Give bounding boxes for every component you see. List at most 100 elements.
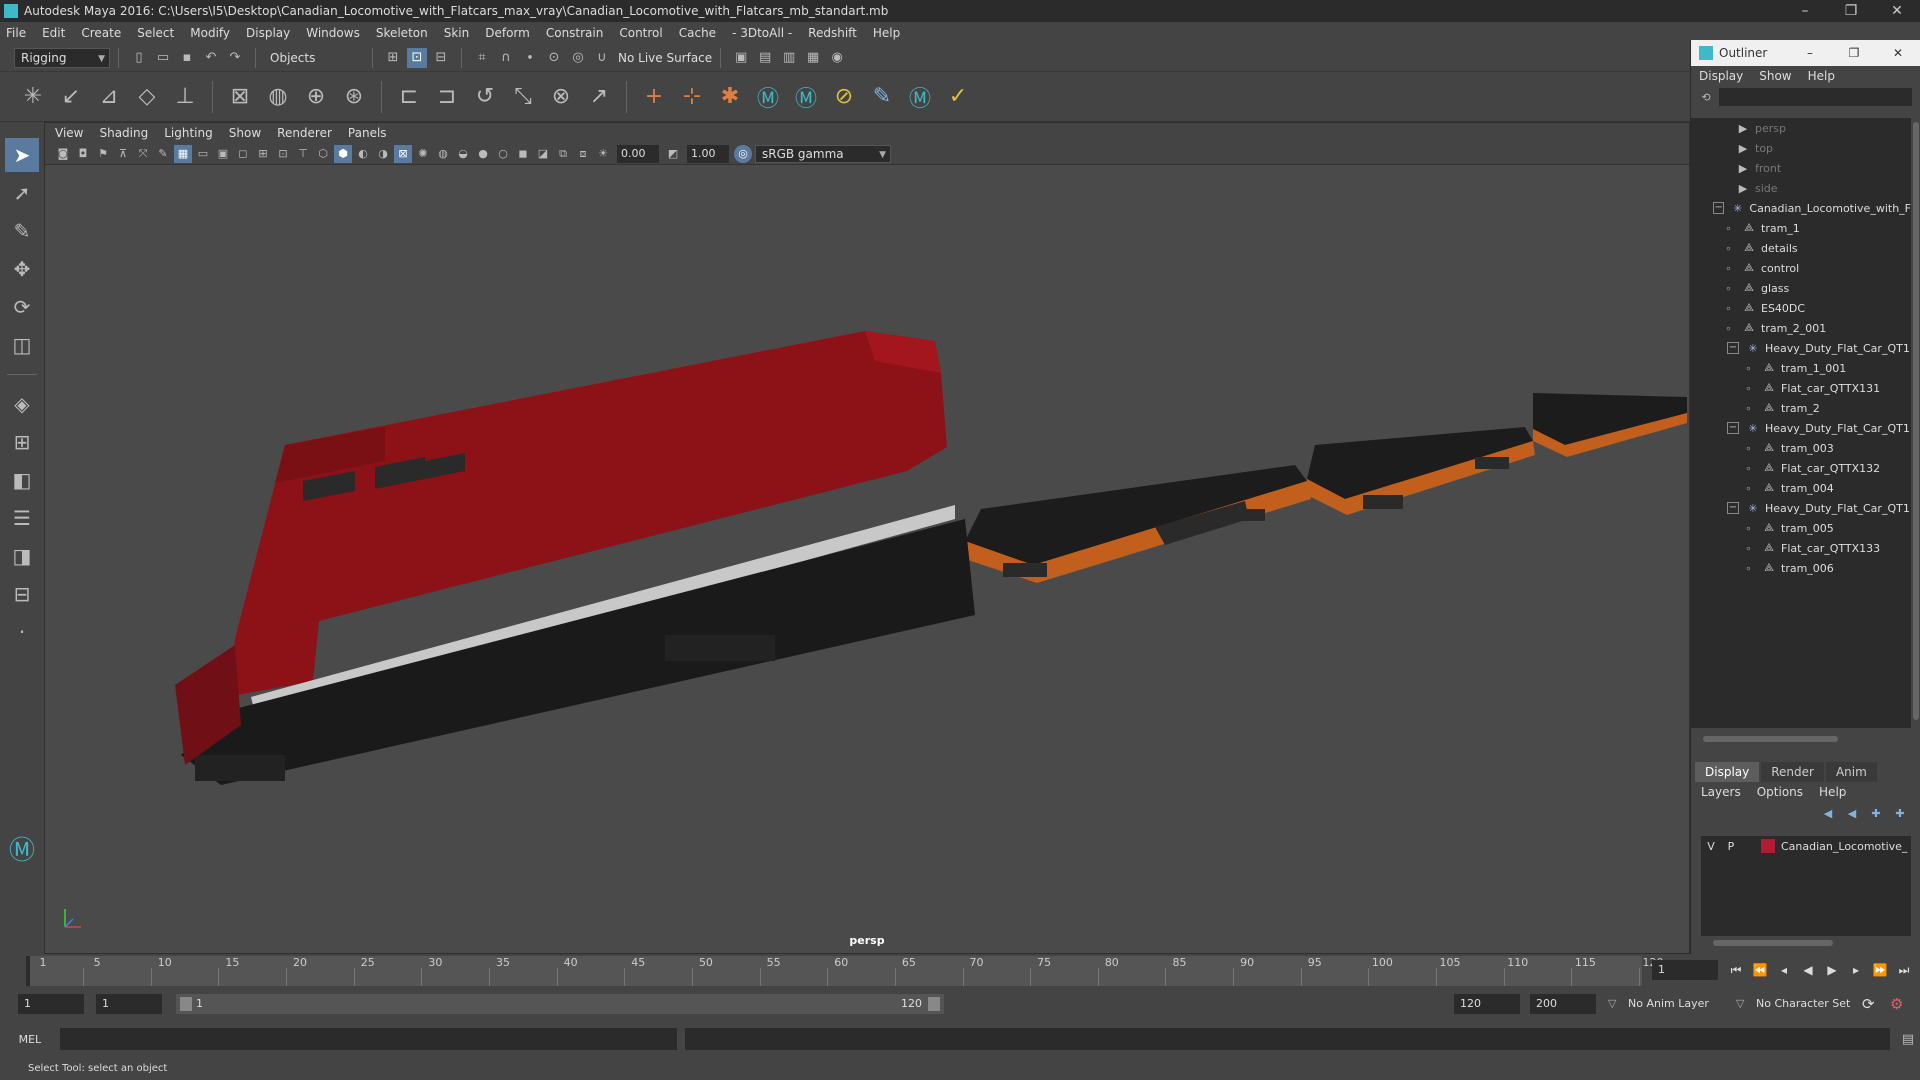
tab-render[interactable]: Render — [1761, 762, 1824, 782]
character-icon[interactable]: ✱ — [714, 81, 746, 113]
wireframe-on-shaded-icon[interactable]: ◑ — [374, 145, 392, 163]
menu-edit[interactable]: Edit — [42, 26, 65, 40]
outliner-item[interactable]: ∘ ⟁ tram_005 — [1691, 518, 1911, 538]
quick-rig-icon[interactable]: Ⓜ — [904, 81, 936, 113]
step-forward-frame-icon[interactable]: ▸ — [1846, 960, 1866, 980]
resolution-gate-icon[interactable]: ▣ — [214, 145, 232, 163]
script-editor-icon[interactable]: ▤ — [1898, 1029, 1918, 1049]
menu-cache[interactable]: Cache — [679, 26, 716, 40]
orient-joint-icon[interactable]: ⊥ — [169, 81, 201, 113]
default-material-icon[interactable]: ◐ — [354, 145, 372, 163]
play-backwards-icon[interactable]: ◀ — [1798, 960, 1818, 980]
xray-active-icon[interactable]: ⧈ — [574, 145, 592, 163]
cluster-icon[interactable]: ⊛ — [338, 81, 370, 113]
paint-select-icon[interactable]: ✎ — [5, 214, 39, 248]
exposure-icon[interactable]: ☀ — [594, 145, 612, 163]
antialias-icon[interactable]: ◼ — [514, 145, 532, 163]
safe-title-icon[interactable]: ⊤ — [294, 145, 312, 163]
vmenu-renderer[interactable]: Renderer — [277, 126, 332, 140]
outliner-item[interactable]: − ✳ Heavy_Duty_Flat_Car_QT1 — [1691, 338, 1911, 358]
menu-redshift[interactable]: Redshift — [808, 26, 857, 40]
outliner-item[interactable]: ∘ ⟁ control — [1691, 258, 1911, 278]
chevron-down-icon[interactable]: ▽ — [1608, 994, 1616, 1014]
tab-anim[interactable]: Anim — [1825, 762, 1877, 782]
outliner-item[interactable]: − ✳ Heavy_Duty_Flat_Car_QT1 — [1691, 418, 1911, 438]
time-slider-track[interactable]: 1 5 10 15 20 25 30 35 40 45 50 55 60 65 70 75 80 85 90 95 10… — [26, 956, 1664, 986]
rotate-tool-icon[interactable]: ⟳ — [5, 290, 39, 324]
persp-hypershade-icon[interactable]: ◨ — [5, 539, 39, 573]
shadows-icon[interactable]: ◒ — [454, 145, 472, 163]
outliner-close-button[interactable]: ✕ — [1876, 40, 1920, 66]
outliner-item[interactable]: ∘ ⟁ tram_006 — [1691, 558, 1911, 578]
go-to-end-icon[interactable]: ⏭ — [1894, 960, 1914, 980]
point-constraint-icon[interactable]: ⊐ — [431, 81, 463, 113]
maximize-button[interactable]: ❐ — [1828, 0, 1874, 22]
layer-row[interactable]: V P Canadian_Locomotive_ — [1701, 836, 1911, 856]
textured-icon[interactable]: ✺ — [414, 145, 432, 163]
move-layer-down-icon[interactable]: ◀ — [1842, 804, 1862, 822]
outliner-menu-display[interactable]: Display — [1699, 69, 1743, 83]
play-forwards-icon[interactable]: ▶ — [1822, 960, 1842, 980]
viewport-panel[interactable]: View Shading Lighting Show Renderer Pane… — [44, 122, 1690, 954]
lasso-tool-icon[interactable]: ➚ — [5, 176, 39, 210]
gate-mask-icon[interactable]: ◻ — [234, 145, 252, 163]
layer-menu-layers[interactable]: Layers — [1701, 785, 1741, 799]
filter-icon[interactable]: ⟲ — [1699, 90, 1713, 104]
pole-vector-icon[interactable]: ↗ — [583, 81, 615, 113]
expand-toggle-icon[interactable]: − — [1727, 342, 1739, 354]
outliner-maximize-button[interactable]: ❐ — [1832, 40, 1876, 66]
select-tool-icon[interactable]: ➤ — [5, 138, 39, 172]
outliner-item[interactable]: ▶ front — [1691, 158, 1911, 178]
menu-windows[interactable]: Windows — [306, 26, 360, 40]
step-forward-key-icon[interactable]: ⏩ — [1870, 960, 1890, 980]
smooth-bind-icon[interactable]: ◍ — [262, 81, 294, 113]
outliner-item[interactable]: ∘ ⟁ glass — [1691, 278, 1911, 298]
command-input[interactable] — [59, 1028, 678, 1050]
create-control-icon[interactable]: ⊹ — [676, 81, 708, 113]
menu-modify[interactable]: Modify — [190, 26, 230, 40]
motion-blur-icon[interactable]: ○ — [494, 145, 512, 163]
persp-outliner-icon[interactable]: ◧ — [5, 463, 39, 497]
minimize-button[interactable]: – — [1782, 0, 1828, 22]
redo-icon[interactable]: ↷ — [225, 48, 245, 68]
persp-graph-icon[interactable]: ☰ — [5, 501, 39, 535]
lattice-icon[interactable]: ⊕ — [300, 81, 332, 113]
outliner-menu-show[interactable]: Show — [1759, 69, 1791, 83]
scale-tool-icon[interactable]: ◫ — [5, 328, 39, 362]
move-layer-up-icon[interactable]: ◀ — [1818, 804, 1838, 822]
playback-start-field[interactable]: 1 — [96, 994, 162, 1014]
live-surface-label[interactable]: No Live Surface — [618, 51, 712, 65]
outliner-item[interactable]: ∘ ⟁ tram_004 — [1691, 478, 1911, 498]
select-component-icon[interactable]: ⊟ — [431, 48, 451, 68]
image-plane-icon[interactable]: ⊼ — [114, 145, 132, 163]
xray-icon[interactable]: ⊠ — [394, 144, 412, 163]
vmenu-shading[interactable]: Shading — [99, 126, 148, 140]
scale-constraint-icon[interactable]: ⤡ — [507, 81, 539, 113]
playback-end-field[interactable]: 120 — [1454, 994, 1520, 1014]
outliner-item[interactable]: ∘ ⟁ tram_2 — [1691, 398, 1911, 418]
menu-deform[interactable]: Deform — [485, 26, 530, 40]
current-frame-field[interactable]: 1 — [1652, 960, 1718, 980]
bookmark-icon[interactable]: ⚑ — [94, 145, 112, 163]
field-chart-icon[interactable]: ⊞ — [254, 145, 272, 163]
magnet-icon[interactable]: ∪ — [592, 48, 612, 68]
outliner-item[interactable]: ∘ ⟁ tram_003 — [1691, 438, 1911, 458]
outliner-item[interactable]: ▶ side — [1691, 178, 1911, 198]
move-tool-icon[interactable]: ✥ — [5, 252, 39, 286]
menu-control[interactable]: Control — [619, 26, 662, 40]
range-end-handle[interactable] — [928, 997, 940, 1011]
current-time-marker[interactable] — [26, 956, 30, 986]
menu-file[interactable]: File — [6, 26, 26, 40]
expand-toggle-icon[interactable]: − — [1727, 422, 1739, 434]
grease-pencil-icon[interactable]: ✎ — [154, 145, 172, 163]
hypershade-icon[interactable]: ◉ — [827, 48, 847, 68]
layer-color-swatch[interactable] — [1761, 839, 1775, 853]
close-button[interactable]: ✕ — [1874, 0, 1920, 22]
2d-pan-icon[interactable]: ⤧ — [134, 145, 152, 163]
outliner-item[interactable]: ∘ ⟁ tram_1_001 — [1691, 358, 1911, 378]
select-hierarchy-icon[interactable]: ⊞ — [383, 48, 403, 68]
render-view-icon[interactable]: ▣ — [731, 48, 751, 68]
layer-horizontal-scrollbar[interactable] — [1701, 936, 1911, 950]
save-scene-icon[interactable]: ▪ — [177, 48, 197, 68]
ambient-occlusion-icon[interactable]: ● — [474, 145, 492, 163]
